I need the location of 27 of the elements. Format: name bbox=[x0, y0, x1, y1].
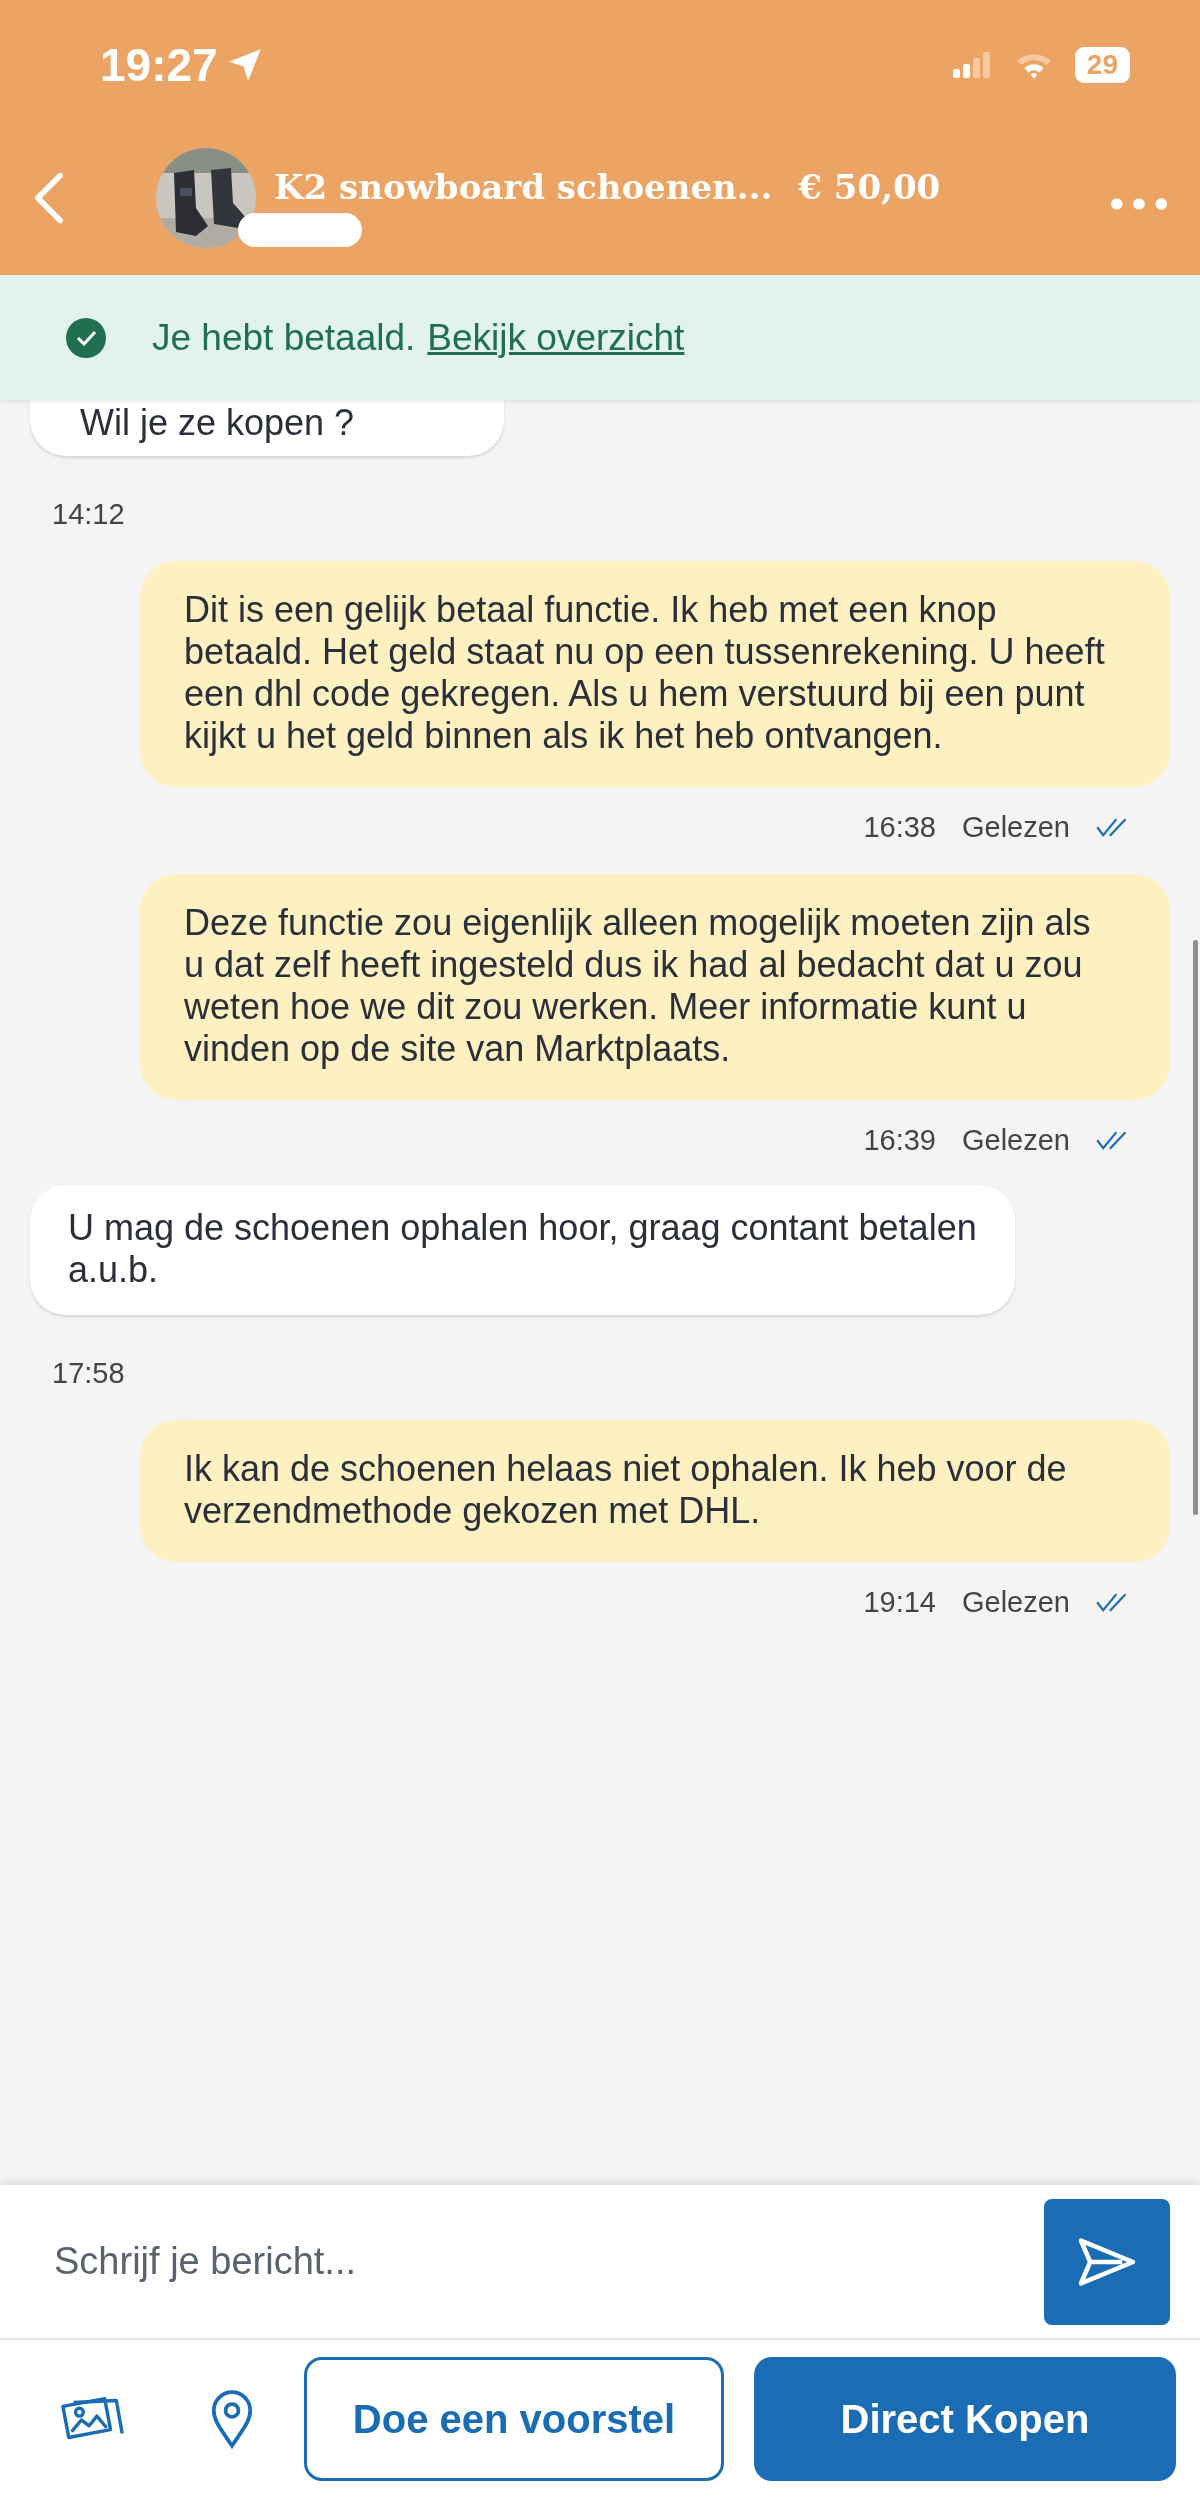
read-status: Gelezen bbox=[962, 811, 1070, 844]
offer-button[interactable]: Doe een voorstel bbox=[304, 2357, 724, 2481]
send-button[interactable] bbox=[1044, 2198, 1170, 2325]
overview-link[interactable]: Bekijk overzicht bbox=[427, 316, 685, 359]
read-status: Gelezen bbox=[962, 1586, 1070, 1619]
sent-message: Dit is een gelijk betaal functie. Ik heb met een knop betaald. Het geld staat nu op een tussenrekening. U heeft een dhl code gekregen. Als u hem verstuurd bij een punt kijkt u het geld binnen als ik het heb ontvangen. bbox=[140, 561, 1170, 787]
message-time: 16:39 bbox=[863, 1124, 936, 1157]
received-message: U mag de schoenen ophalen hoor, graag contant betalen a.u.b. bbox=[30, 1185, 1015, 1315]
signal-icon bbox=[952, 52, 993, 78]
listing-price: € 50,00 bbox=[798, 166, 941, 207]
scrollbar[interactable] bbox=[1193, 940, 1198, 1515]
message-time: 17:58 bbox=[51, 1357, 126, 1390]
battery-level: 29 bbox=[1074, 47, 1130, 83]
read-status: Gelezen bbox=[962, 1124, 1070, 1157]
check-icon bbox=[66, 317, 106, 358]
received-message: Wil je ze kopen ? bbox=[30, 400, 505, 456]
clock-time: 19:27 bbox=[100, 38, 218, 92]
message-time: 16:38 bbox=[863, 811, 936, 844]
sent-message: Ik kan de schoenen helaas niet ophalen. Ik heb voor de verzendmethode gekozen met DHL. bbox=[140, 1420, 1170, 1562]
send-icon bbox=[1076, 2235, 1138, 2288]
location-pin-icon[interactable] bbox=[210, 2389, 254, 2449]
message-time: 14:12 bbox=[51, 498, 126, 531]
buy-button[interactable]: Direct Kopen bbox=[754, 2357, 1176, 2481]
banner-text: Je hebt betaald. bbox=[152, 316, 416, 359]
message-time: 19:14 bbox=[863, 1586, 936, 1619]
sent-message: Deze functie zou eigenlijk alleen mogelijk moeten zijn als u dat zelf heeft ingesteld dus ik had al bedacht dat u zou weten hoe we dit zou werken. Meer informatie kunt u vinden op de site van Marktplaats. bbox=[140, 874, 1170, 1100]
wifi-icon bbox=[1014, 51, 1053, 79]
